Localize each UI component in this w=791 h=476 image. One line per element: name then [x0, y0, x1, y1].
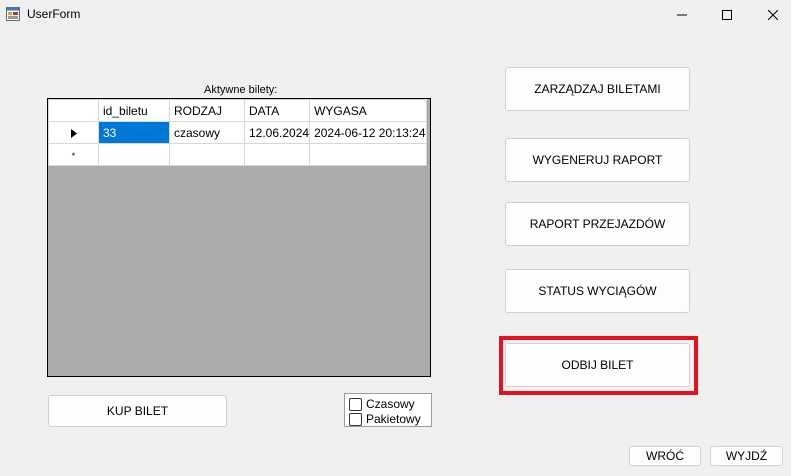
new-cell-id-biletu[interactable] [98, 143, 170, 166]
back-button[interactable]: WRÓĆ [629, 446, 701, 466]
manage-tickets-button[interactable]: ZARZĄDZAJ BILETAMI [505, 67, 690, 111]
rides-report-button[interactable]: RAPORT PRZEJAZDÓW [505, 202, 690, 246]
cell-id-biletu[interactable]: 33 [98, 121, 170, 144]
lifts-status-button[interactable]: STATUS WYCIĄGÓW [505, 269, 690, 313]
row-header[interactable] [48, 121, 99, 144]
generate-report-button[interactable]: WYGENERUJ RAPORT [505, 138, 690, 182]
checkbox-czasowy-box[interactable] [349, 397, 362, 411]
tickets-grid[interactable]: id_biletu RODZAJ DATA WYGASA 33 czasowy … [47, 98, 431, 377]
buy-ticket-button[interactable]: KUP BILET [48, 395, 227, 427]
new-row-header[interactable]: * [48, 143, 99, 166]
corner-header[interactable] [48, 99, 99, 122]
close-icon [768, 10, 778, 20]
checkbox-pakietowy[interactable]: Pakietowy [349, 412, 421, 426]
table-row[interactable]: 33 czasowy 12.06.2024 2024-06-12 20:13:2… [48, 121, 427, 144]
title-bar: UserForm [0, 0, 791, 30]
validate-ticket-button[interactable]: ODBIJ BILET [505, 343, 690, 387]
maximize-icon [722, 10, 732, 20]
cell-wygasa[interactable]: 2024-06-12 20:13:24 [309, 121, 427, 144]
column-header-wygasa[interactable]: WYGASA [309, 99, 427, 122]
active-tickets-label: Aktywne bilety: [204, 84, 278, 96]
minimize-icon [677, 14, 687, 16]
close-button[interactable] [750, 0, 791, 30]
column-header-id-biletu[interactable]: id_biletu [98, 99, 170, 122]
header-row: id_biletu RODZAJ DATA WYGASA [48, 99, 427, 122]
cell-data[interactable]: 12.06.2024 [243, 121, 311, 144]
new-row-marker: * [71, 150, 76, 161]
checkbox-pakietowy-label: Pakietowy [366, 412, 421, 426]
window-title: UserForm [27, 7, 81, 21]
current-row-arrow-icon [70, 128, 77, 138]
column-header-rodzaj[interactable]: RODZAJ [169, 99, 245, 122]
new-row[interactable]: * [48, 143, 427, 166]
column-header-data[interactable]: DATA [243, 99, 311, 122]
cell-rodzaj[interactable]: czasowy [169, 121, 245, 144]
app-icon [6, 7, 20, 21]
new-cell-data[interactable] [243, 143, 311, 166]
maximize-button[interactable] [704, 0, 750, 30]
checkbox-czasowy[interactable]: Czasowy [349, 397, 415, 411]
new-cell-rodzaj[interactable] [169, 143, 245, 166]
tickets-table: id_biletu RODZAJ DATA WYGASA 33 czasowy … [48, 99, 427, 166]
checkbox-pakietowy-box[interactable] [349, 412, 362, 426]
checkbox-czasowy-label: Czasowy [366, 397, 415, 411]
minimize-button[interactable] [659, 0, 705, 30]
ticket-type-filter: Czasowy Pakietowy [344, 393, 432, 427]
exit-button[interactable]: WYJDŹ [710, 446, 783, 466]
new-cell-wygasa[interactable] [309, 143, 427, 166]
